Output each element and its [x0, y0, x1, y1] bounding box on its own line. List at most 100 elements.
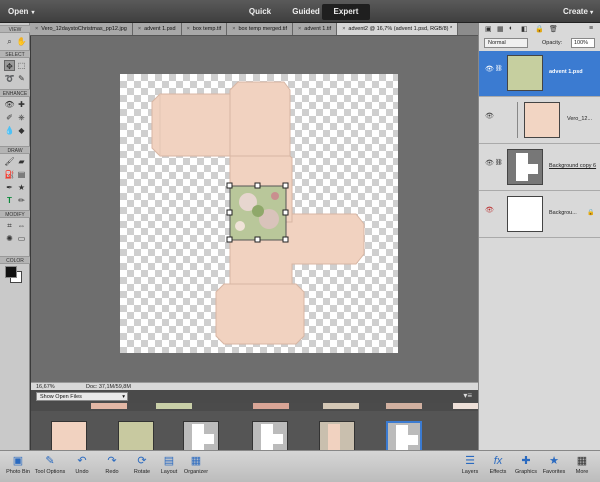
more-button[interactable]: ▦ More [564, 454, 600, 475]
visibility-hidden-eye-icon[interactable]: 👁 [485, 206, 494, 214]
opacity-input[interactable]: 100% [571, 38, 595, 48]
trash-icon[interactable]: 🗑 [549, 25, 558, 33]
clone-stamp-tool-icon[interactable]: ⎈ [16, 112, 27, 123]
mask-icon[interactable]: ◧ [521, 25, 528, 33]
layers-panel: ▣ ▦ ◐ ◧ 🔒 🗑 ≡ Normal Opacity: 100% 👁 ⛓ a… [478, 23, 600, 450]
document-tab[interactable]: × Vero_12daystoChristmas_pp12.jpg [30, 23, 133, 35]
lasso-tool-icon[interactable]: ➰ [4, 73, 15, 84]
document-tab[interactable]: × advent 1.psd [132, 23, 182, 35]
bin-thumbnail[interactable] [118, 421, 154, 453]
tab-label: Vero_12daystoChristmas_pp12.jpg [41, 26, 127, 32]
paint-bucket-tool-icon[interactable]: ⛽ [4, 169, 15, 180]
tab-label: box temp merged.tif [238, 26, 288, 32]
selected-layer-image [229, 185, 287, 241]
close-icon[interactable]: × [298, 26, 301, 32]
smart-brush-tool-icon[interactable]: ✐ [4, 112, 15, 123]
paper-panel-bottom [215, 283, 305, 345]
paper-panel-left [151, 93, 231, 157]
layer-name: advent 1.psd [549, 69, 583, 75]
bin-thumbnail[interactable] [183, 421, 219, 453]
eraser-tool-icon[interactable]: ▰ [16, 156, 27, 167]
tab-label: advent 1.tif [304, 26, 332, 32]
create-label: Create [563, 7, 588, 16]
photo-bin-button[interactable]: ▣ Photo Bin [0, 454, 36, 475]
tab-label: box temp.tif [192, 26, 222, 32]
layer-name: Backgrou... [549, 210, 577, 216]
document-canvas[interactable] [120, 74, 398, 353]
bin-thumbnail[interactable] [252, 421, 288, 453]
toolbar-section-draw: DRAW [0, 146, 30, 154]
straighten-tool-icon[interactable]: ▭ [16, 233, 27, 244]
photo-bin-icon: ▣ [12, 455, 24, 467]
photo-bin-header: Show Open Files ▾ ▾≡ [31, 390, 478, 403]
toolbar-section-enhance: ENHANCE [0, 89, 30, 97]
eyedropper-tool-icon[interactable]: ✒ [4, 182, 15, 193]
panel-menu-icon[interactable]: ≡ [589, 25, 593, 32]
visibility-eye-icon[interactable]: 👁 [485, 112, 494, 120]
crop-tool-icon[interactable]: ⌗ [4, 220, 15, 231]
chevron-down-icon: ▾ [122, 394, 125, 400]
open-button[interactable]: Open ▾ [8, 7, 34, 16]
move-tool-icon[interactable]: ✥ [4, 60, 15, 71]
bin-thumbnail[interactable] [319, 421, 355, 453]
create-button[interactable]: Create ▾ [563, 7, 593, 16]
bin-thumbnail-active[interactable] [386, 421, 422, 453]
toolbar-section-modify: MODIFY [0, 210, 30, 218]
hand-tool-icon[interactable]: ✋ [16, 36, 27, 47]
bin-menu-icon[interactable]: ▾≡ [463, 391, 472, 400]
quick-selection-tool-icon[interactable]: ✎ [16, 73, 27, 84]
new-layer-icon[interactable]: ▣ [485, 25, 492, 33]
layer-row[interactable]: 👁 ⛓ advent 1.psd [479, 51, 600, 97]
box-template-artwork [151, 81, 365, 345]
layer-thumbnail [507, 55, 543, 91]
document-tab[interactable]: × box temp merged.tif [227, 23, 294, 35]
foreground-color-swatch[interactable] [5, 266, 17, 278]
blend-mode-dropdown[interactable]: Normal [484, 38, 528, 48]
show-open-files-label: Show Open Files [40, 394, 82, 400]
organizer-label: Organizer [183, 469, 209, 475]
close-icon[interactable]: × [342, 26, 345, 32]
zoom-tool-icon[interactable]: ⌕ [4, 36, 15, 47]
organizer-button[interactable]: ▦ Organizer [178, 454, 214, 475]
recompose-tool-icon[interactable]: ⇔ [16, 220, 27, 231]
opacity-value: 100% [574, 40, 589, 46]
sponge-tool-icon[interactable]: ◆ [16, 125, 27, 136]
close-icon[interactable]: × [35, 26, 38, 32]
document-tab[interactable]: × advent 1.tif [293, 23, 338, 35]
visibility-eye-icon[interactable]: 👁 [485, 159, 494, 167]
document-tab[interactable]: × box temp.tif [181, 23, 228, 35]
new-group-icon[interactable]: ▦ [497, 25, 504, 33]
organizer-icon: ▦ [190, 455, 202, 467]
custom-shape-tool-icon[interactable]: ★ [16, 182, 27, 193]
more-icon: ▦ [576, 455, 588, 467]
type-tool-icon[interactable]: T [4, 195, 15, 206]
tool-options-button[interactable]: ✎ Tool Options [32, 454, 68, 475]
gradient-tool-icon[interactable]: ▤ [16, 169, 27, 180]
canvas-area[interactable] [31, 36, 478, 382]
brush-tool-icon[interactable]: 🖌 [4, 156, 15, 167]
spot-healing-tool-icon[interactable]: ✚ [16, 99, 27, 110]
top-bar: Open ▾ Quick Guided Expert Create ▾ [0, 0, 600, 23]
close-icon[interactable]: × [138, 26, 141, 32]
visibility-eye-icon[interactable]: 👁 [485, 65, 494, 73]
layer-row[interactable]: 👁 ⛓ Background copy 6 [479, 145, 600, 191]
close-icon[interactable]: × [232, 26, 235, 32]
chevron-down-icon: ▾ [590, 10, 594, 16]
mode-quick-tab[interactable]: Quick [240, 4, 280, 20]
blur-tool-icon[interactable]: 💧 [4, 125, 15, 136]
adjustment-layer-icon[interactable]: ◐ [509, 25, 513, 32]
lock-icon[interactable]: 🔒 [535, 25, 544, 33]
layer-row[interactable]: 👁 Backgrou... 🔒 [479, 192, 600, 238]
layer-row[interactable]: 👁 Vero_12... [479, 98, 600, 144]
layer-name: Background copy 6 [549, 163, 597, 169]
bin-thumbnail[interactable] [51, 421, 87, 453]
show-open-files-dropdown[interactable]: Show Open Files ▾ [36, 392, 128, 401]
pencil-tool-icon[interactable]: ✏ [16, 195, 27, 206]
clipping-indicator [517, 102, 518, 138]
content-aware-move-tool-icon[interactable]: ✺ [4, 233, 15, 244]
red-eye-tool-icon[interactable]: 👁 [4, 99, 15, 110]
marquee-tool-icon[interactable]: ⬚ [16, 60, 27, 71]
document-tab-active[interactable]: × advent2 @ 16,7% (advent 1.psd, RGB/8) * [337, 23, 459, 35]
close-icon[interactable]: × [187, 26, 190, 32]
mode-expert-tab[interactable]: Expert [322, 4, 370, 20]
